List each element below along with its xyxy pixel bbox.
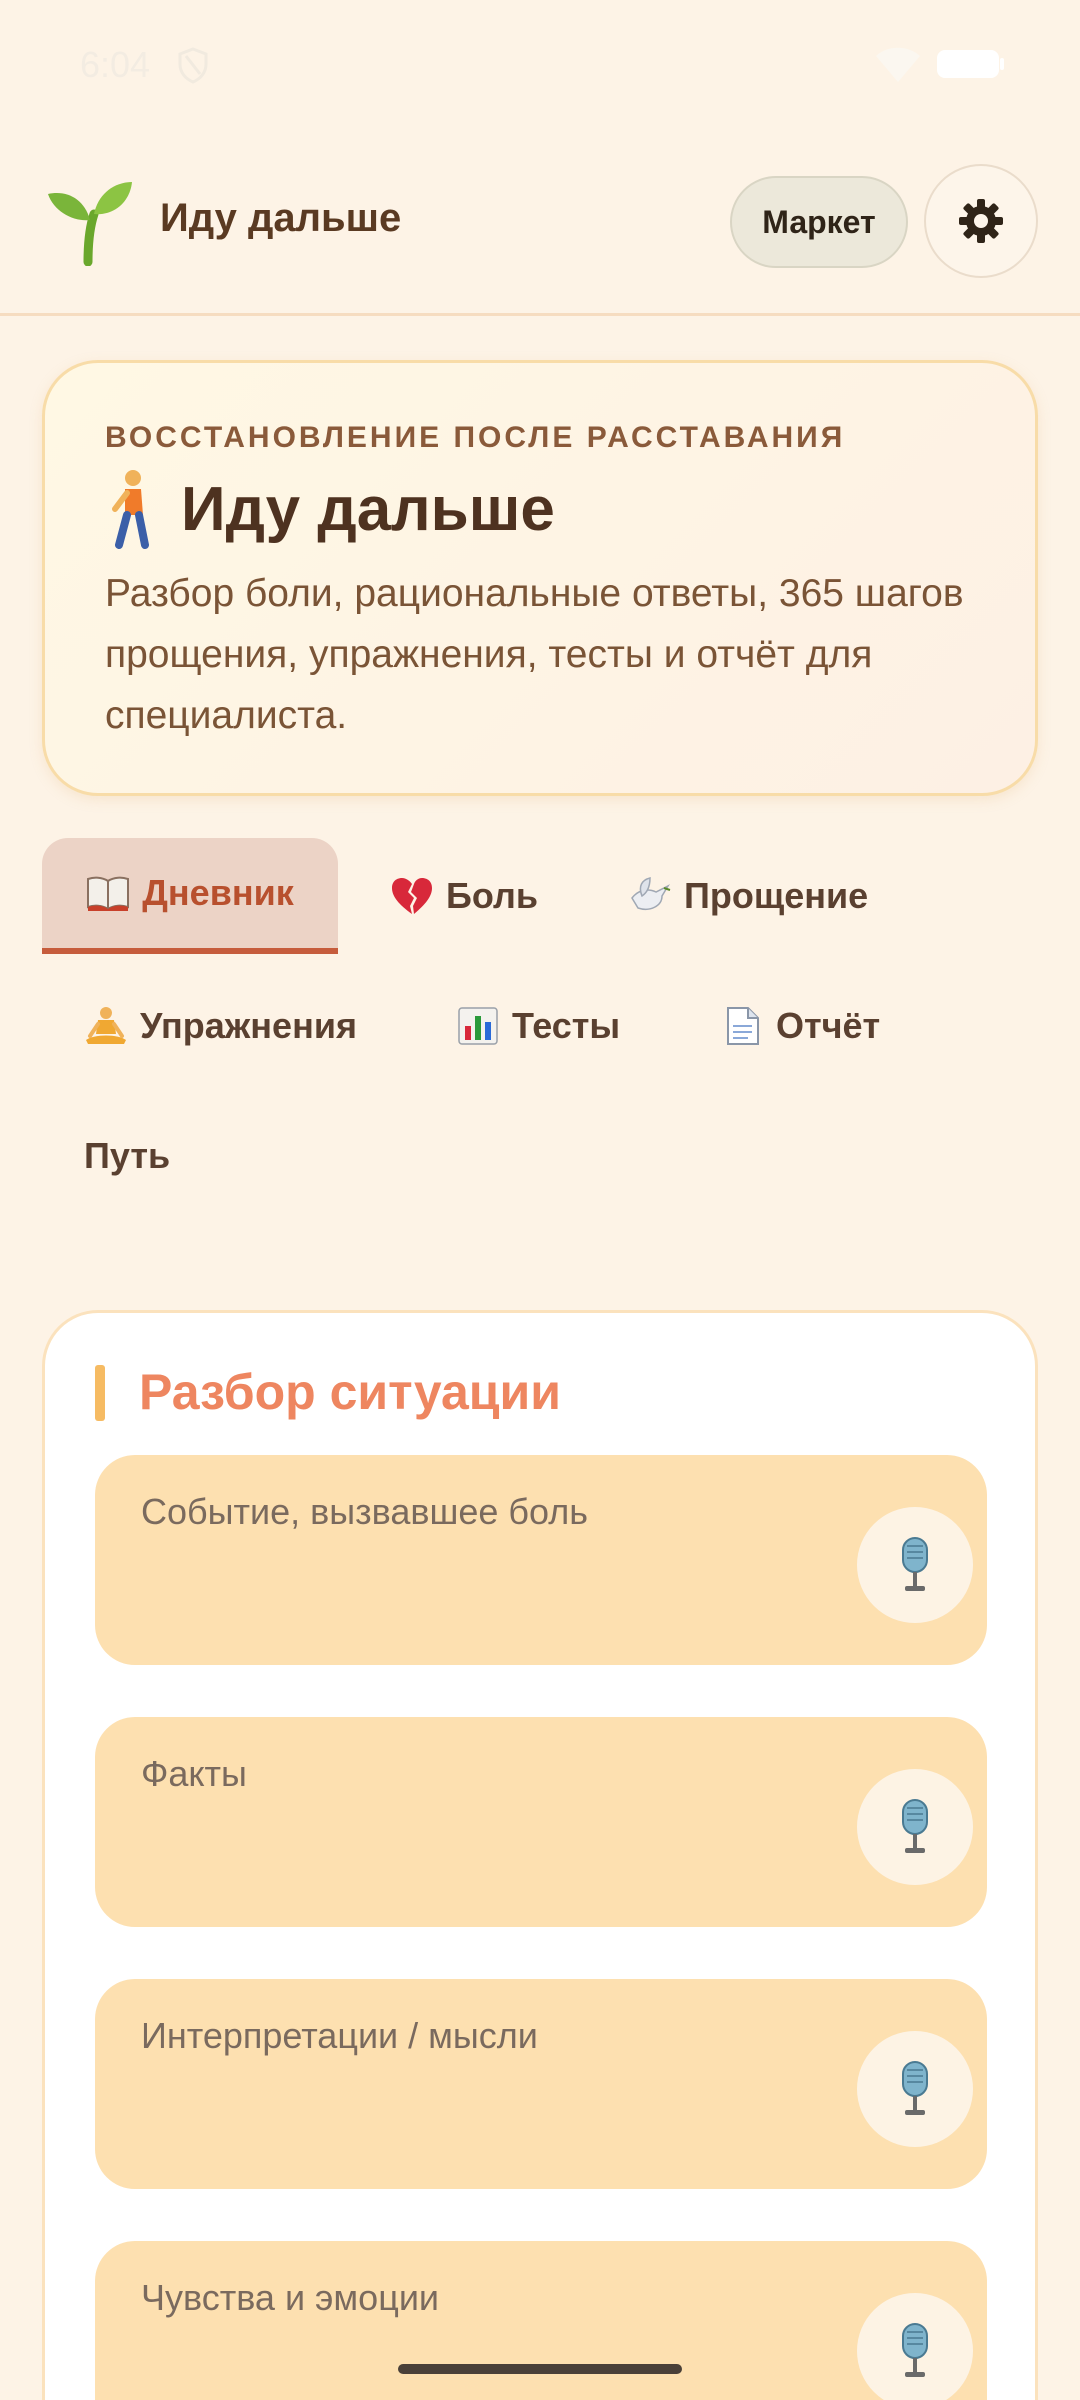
- field-label: Событие, вызвавшее боль: [141, 1491, 589, 1532]
- section-accent-bar: [95, 1365, 105, 1421]
- status-bar: 6:04: [0, 0, 1080, 130]
- hero-description: Разбор боли, рациональные ответы, 365 ша…: [105, 572, 964, 737]
- field-facts[interactable]: Факты: [95, 1717, 987, 1927]
- shield-icon: [178, 47, 208, 84]
- voice-input-button[interactable]: [857, 1507, 973, 1623]
- tab-diary[interactable]: Дневник: [42, 838, 338, 954]
- tab-tests[interactable]: Тесты: [456, 968, 620, 1084]
- walking-person-icon: [112, 470, 149, 549]
- section-title: Разбор ситуации: [139, 1364, 562, 1420]
- hero-card: ВОССТАНОВЛЕНИЕ ПОСЛЕ РАССТАВАНИЯ Иду дал…: [42, 360, 1038, 796]
- tab-label: Упражнения: [140, 1005, 357, 1046]
- field-event[interactable]: Событие, вызвавшее боль: [95, 1455, 987, 1665]
- hero-title: Иду дальше: [181, 474, 555, 544]
- bar-chart-icon: [458, 1007, 498, 1045]
- sprout-logo-icon: [48, 182, 132, 266]
- tab-forgiveness[interactable]: Прощение: [628, 838, 868, 954]
- hero-overline: ВОССТАНОВЛЕНИЕ ПОСЛЕ РАССТАВАНИЯ: [105, 421, 846, 454]
- voice-input-button[interactable]: [857, 1769, 973, 1885]
- microphone-icon: [902, 2323, 928, 2377]
- microphone-icon: [902, 2061, 928, 2115]
- voice-input-button[interactable]: [857, 2031, 973, 2147]
- tab-label: Дневник: [142, 872, 294, 913]
- field-label: Интерпретации / мысли: [141, 2015, 538, 2056]
- microphone-icon: [902, 1537, 928, 1591]
- field-feelings[interactable]: Чувства и эмоции: [95, 2241, 987, 2400]
- document-icon: [727, 1007, 759, 1045]
- wifi-icon: [876, 47, 920, 82]
- settings-button[interactable]: [924, 164, 1038, 278]
- gear-icon: [959, 199, 1003, 243]
- microphone-icon: [902, 1799, 928, 1853]
- tab-label: Отчёт: [776, 1005, 881, 1046]
- battery-icon: [937, 50, 1004, 78]
- home-indicator[interactable]: [398, 2364, 682, 2374]
- field-interpretations[interactable]: Интерпретации / мысли: [95, 1979, 987, 2189]
- app-title: Иду дальше: [160, 196, 402, 240]
- tab-label: Тесты: [512, 1005, 621, 1046]
- situation-analysis-card: Разбор ситуации Событие, вызвавшее боль …: [42, 1310, 1038, 2400]
- tab-label: Путь: [84, 1135, 171, 1176]
- tab-label: Боль: [446, 875, 538, 916]
- tab-path[interactable]: Путь: [84, 1098, 170, 1214]
- voice-input-button[interactable]: [857, 2293, 973, 2400]
- tab-pain[interactable]: Боль: [390, 838, 538, 954]
- tab-exercises[interactable]: Упражнения: [84, 968, 357, 1084]
- tab-label: Прощение: [684, 875, 869, 916]
- broken-heart-icon: [392, 878, 432, 914]
- dove-icon: [631, 877, 671, 910]
- status-time: 6:04: [80, 44, 151, 85]
- field-label: Чувства и эмоции: [141, 2277, 440, 2318]
- app-header: Иду дальше Маркет: [0, 130, 1080, 316]
- hero-title-row: Иду дальше: [105, 469, 555, 549]
- market-button[interactable]: Маркет: [730, 176, 908, 268]
- tab-report[interactable]: Отчёт: [720, 968, 880, 1084]
- app-screen: 6:04 Иду дальше Маркет ВОССТАНОВЛЕНИЕ ПО…: [0, 0, 1080, 2400]
- book-icon: [87, 876, 130, 911]
- field-label: Факты: [141, 1753, 247, 1794]
- meditation-icon: [86, 1007, 126, 1044]
